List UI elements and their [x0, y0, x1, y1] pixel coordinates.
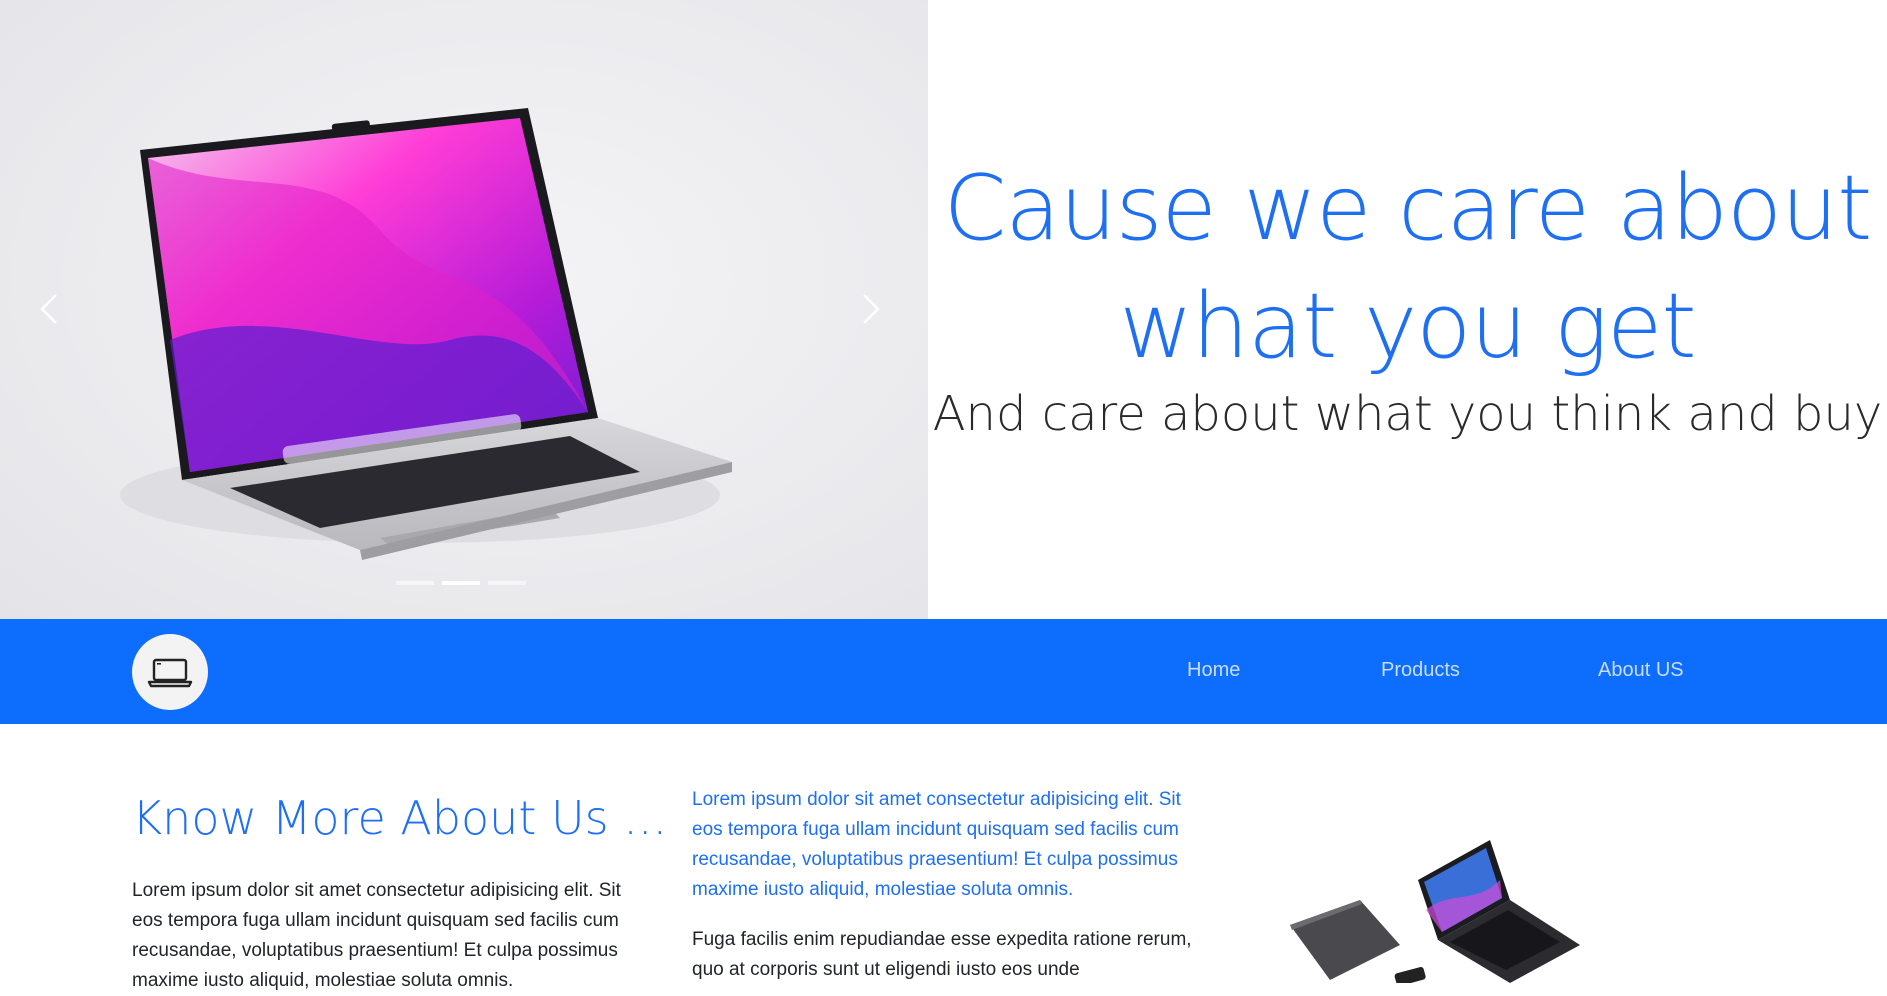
- navbar: Home Products About US: [0, 619, 1887, 724]
- chevron-right-icon: [863, 294, 880, 324]
- about-heading: Know More About Us ...: [132, 791, 668, 845]
- laptop-image: [120, 108, 732, 560]
- carousel-prev-button[interactable]: [30, 289, 70, 329]
- carousel-indicators: [396, 581, 526, 585]
- nav-home[interactable]: Home: [1187, 659, 1240, 682]
- hero-title: Cause we care about what you get: [928, 150, 1887, 386]
- carousel-indicator[interactable]: [488, 581, 526, 585]
- brand-logo[interactable]: [132, 634, 208, 710]
- carousel-indicator[interactable]: [396, 581, 434, 585]
- image-carousel: [0, 0, 928, 619]
- nav-products[interactable]: Products: [1381, 659, 1460, 682]
- chevron-left-icon: [40, 294, 57, 324]
- hero-section: Cause we care about what you get And car…: [0, 0, 1887, 619]
- devices-image: [1290, 840, 1580, 983]
- about-col1-paragraph: Lorem ipsum dolor sit amet consectetur a…: [132, 880, 621, 991]
- hero-subtitle: And care about what you think and buy: [932, 386, 1883, 442]
- about-col2-paragraph: Fuga facilis enim repudiandae esse exped…: [692, 929, 1192, 980]
- laptop-icon: [147, 658, 193, 688]
- hero-text: Cause we care about what you get And car…: [928, 150, 1887, 446]
- nav-about-us[interactable]: About US: [1598, 659, 1684, 682]
- carousel-indicator-active[interactable]: [442, 581, 480, 585]
- about-col2-paragraph-highlight: Lorem ipsum dolor sit amet consectetur a…: [692, 789, 1181, 900]
- carousel-next-button[interactable]: [850, 289, 890, 329]
- hero-title-line2: what you get: [1119, 274, 1696, 379]
- hero-title-line1: Cause we care about: [943, 156, 1873, 261]
